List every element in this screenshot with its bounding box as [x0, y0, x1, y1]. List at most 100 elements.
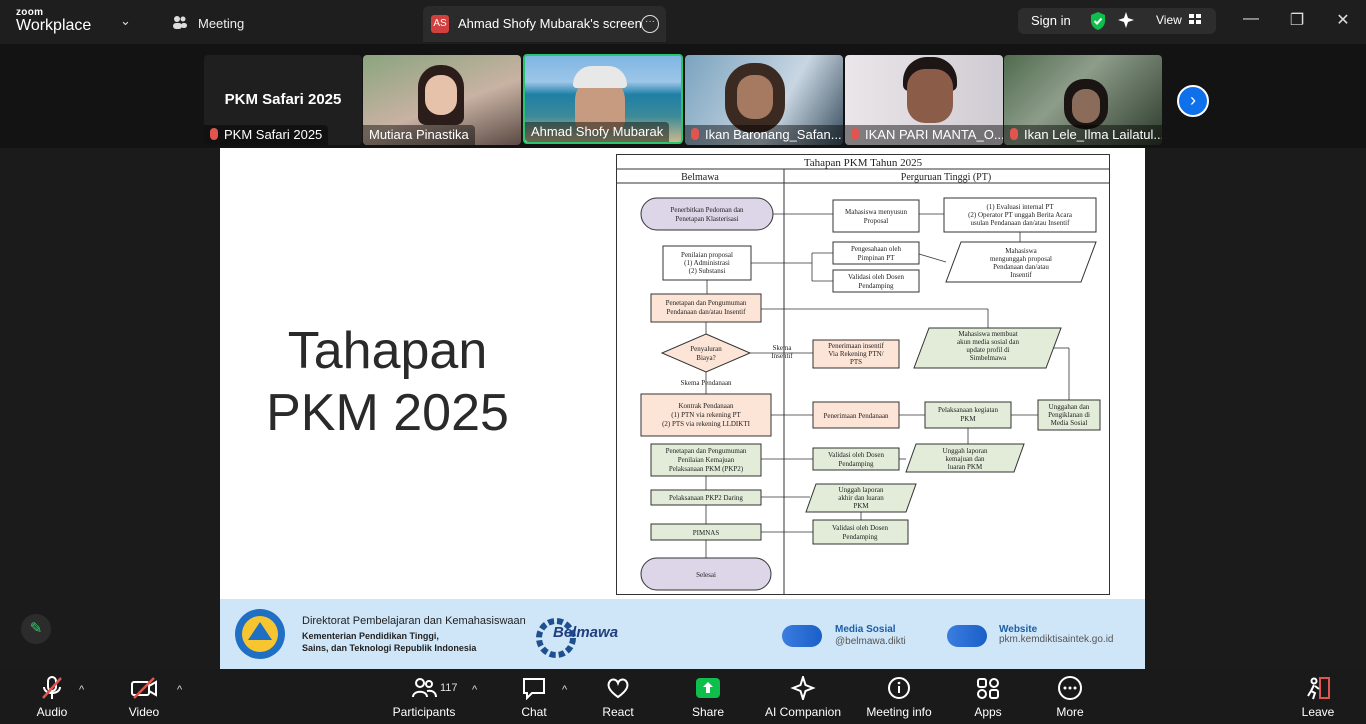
- flow-node: Selesai: [696, 571, 716, 579]
- chat-button[interactable]: Chat: [514, 676, 554, 719]
- participants-options-caret[interactable]: ^: [472, 684, 477, 696]
- flow-node: Validasi oleh Dosen: [832, 524, 888, 532]
- flow-node: Penerbitkan Pedoman dan: [670, 206, 744, 214]
- flow-node: Unggah laporan: [839, 486, 884, 494]
- flow-node: Pelaksanaan PKM (PKP2): [669, 465, 744, 473]
- info-icon: [888, 677, 910, 699]
- share-label: Ahmad Shofy Mubarak's screen: [458, 16, 642, 31]
- shared-slide: Tahapan PKM 2025 Tahapan PKM Tahun 2025 B…: [220, 148, 1145, 669]
- flow-node: Pimpinan PT: [858, 254, 895, 262]
- leave-door-icon: [1307, 677, 1330, 700]
- shield-check-icon[interactable]: [1089, 11, 1107, 31]
- flow-node: PTS: [850, 358, 862, 366]
- flow-node: usulan Pendanaan dan/atau Insentif: [971, 219, 1071, 227]
- view-button[interactable]: View: [1156, 13, 1182, 27]
- tutwuri-logo: [235, 609, 285, 659]
- flow-node: PKM: [960, 415, 976, 423]
- share-screen-icon: [696, 678, 720, 698]
- video-options-caret[interactable]: ^: [177, 684, 182, 696]
- meeting-info-button[interactable]: Meeting info: [860, 676, 938, 719]
- chat-icon: [523, 678, 545, 700]
- annotate-pencil-icon[interactable]: ✎: [21, 614, 51, 644]
- ai-companion-button[interactable]: AI Companion: [760, 676, 846, 719]
- video-button[interactable]: Video: [124, 676, 164, 719]
- flow-node: Unggahan dan: [1049, 403, 1090, 411]
- apps-button[interactable]: Apps: [968, 676, 1008, 719]
- flow-node: mengunggah proposal: [990, 255, 1052, 263]
- flow-node: Pengiklanan di: [1048, 411, 1090, 419]
- sparkle-icon: [790, 676, 816, 700]
- flow-node: Mahasiswa membuat: [958, 330, 1017, 338]
- participants-count: 117: [440, 682, 458, 694]
- people-icon: [412, 678, 437, 698]
- tile-name: Ahmad Shofy Mubarak: [525, 122, 670, 142]
- people-icon: [173, 16, 187, 29]
- close-icon[interactable]: ✕: [1333, 10, 1353, 30]
- host-title: PKM Safari 2025: [224, 91, 342, 108]
- flow-label: Skema: [772, 344, 792, 352]
- grid-icon: [1189, 14, 1201, 24]
- flow-node: Pendanaan dan/atau Insentif: [667, 308, 747, 316]
- minimize-icon[interactable]: —: [1241, 10, 1261, 30]
- flow-node: Pengesahaan oleh: [851, 245, 901, 253]
- tile-name: IKAN PARI MANTA_O...: [845, 125, 1003, 145]
- mic-muted-icon: [691, 128, 699, 140]
- flow-node: PKM: [853, 502, 869, 510]
- meeting-toolbar: [0, 669, 1366, 724]
- flow-node: Penerimaan Pendanaan: [823, 412, 889, 420]
- flow-node: akun media sosial dan: [957, 338, 1020, 346]
- camera-off-icon: [131, 677, 157, 699]
- flow-node: Mahasiswa menyusun: [845, 208, 908, 216]
- react-button[interactable]: React: [598, 676, 638, 719]
- chevron-right-icon[interactable]: ›: [1177, 85, 1209, 117]
- flow-node: Media Sosial: [1051, 419, 1088, 427]
- flow-node: Pelaksanaan kegiatan: [938, 406, 999, 414]
- heart-icon: [607, 678, 629, 699]
- tile-name: Ikan Baronang_Safan...: [685, 125, 843, 145]
- mic-muted-icon: [1010, 128, 1018, 140]
- flow-node: Pendamping: [839, 460, 874, 468]
- ministry-name-line1: Kementerian Pendidikan Tinggi,: [302, 631, 439, 641]
- leave-button[interactable]: Leave: [1298, 676, 1338, 719]
- belmawa-logo: Belmawa: [553, 624, 619, 641]
- sparkle-icon[interactable]: [1117, 11, 1135, 29]
- meeting-menu[interactable]: Meeting: [198, 16, 244, 31]
- chevron-down-icon[interactable]: ⌄: [120, 13, 131, 29]
- flow-node: Validasi oleh Dosen: [848, 273, 904, 281]
- flow-node: luaran PKM: [948, 463, 983, 471]
- audio-button[interactable]: Audio: [32, 676, 72, 719]
- sign-in-button[interactable]: Sign in: [1031, 13, 1071, 28]
- video-tile-4[interactable]: IKAN PARI MANTA_O...: [845, 55, 1003, 145]
- flow-node: Insentif: [1010, 271, 1032, 279]
- flow-node: Pendanaan dan/atau: [993, 263, 1049, 271]
- social-media-pill: [782, 625, 822, 647]
- flow-node: (2) Operator PT unggah Berita Acara: [968, 211, 1073, 219]
- social-media-handle: @belmawa.dikti: [835, 636, 906, 647]
- flow-node: Simbelmawa: [970, 354, 1007, 362]
- flow-node: Penerimaan insentif: [828, 342, 884, 350]
- mic-muted-icon: [210, 128, 218, 140]
- video-tile-5[interactable]: Ikan Lele_Ilma Lailatul...: [1004, 55, 1162, 145]
- column-pt: Perguruan Tinggi (PT): [901, 172, 991, 183]
- video-tile-1[interactable]: Mutiara Pinastika: [363, 55, 521, 145]
- mic-muted-icon: [851, 128, 859, 140]
- restore-icon[interactable]: ❐: [1287, 10, 1307, 30]
- more-button[interactable]: More: [1050, 676, 1090, 719]
- share-button[interactable]: Share: [688, 676, 728, 719]
- tile-name: Ikan Lele_Ilma Lailatul...: [1004, 125, 1162, 145]
- more-options-icon[interactable]: ···: [641, 15, 659, 33]
- website-pill: [947, 625, 987, 647]
- flow-node: Unggah laporan: [943, 447, 988, 455]
- flowchart: Tahapan PKM Tahun 2025 Belmawa Perguruan…: [616, 154, 1110, 595]
- video-tile-2-active[interactable]: Ahmad Shofy Mubarak: [523, 54, 683, 144]
- directorate-name: Direktorat Pembelajaran dan Kemahasiswaa…: [302, 615, 526, 627]
- slide-title: Tahapan PKM 2025: [266, 322, 509, 442]
- tile-name: Mutiara Pinastika: [363, 125, 475, 145]
- flow-node: Pelaksanaan PKP2 Daring: [669, 494, 743, 502]
- audio-options-caret[interactable]: ^: [79, 684, 84, 696]
- social-media-title: Media Sosial: [835, 624, 896, 635]
- flow-node: Validasi oleh Dosen: [828, 451, 884, 459]
- video-tile-3[interactable]: Ikan Baronang_Safan...: [685, 55, 843, 145]
- host-tile[interactable]: PKM Safari 2025 PKM Safari 2025: [204, 55, 362, 145]
- chat-options-caret[interactable]: ^: [562, 684, 567, 696]
